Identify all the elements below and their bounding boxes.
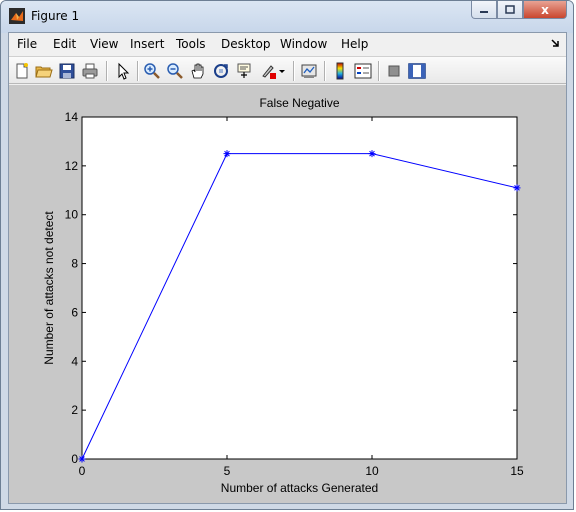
menu-insert[interactable]: Insert xyxy=(130,37,164,51)
menu-window[interactable]: Window xyxy=(280,37,327,51)
rotate-3d-icon[interactable] xyxy=(212,62,230,80)
menu-view[interactable]: View xyxy=(90,37,118,51)
new-figure-icon[interactable] xyxy=(13,62,31,80)
y-tick-label: 0 xyxy=(71,452,78,466)
maximize-icon xyxy=(505,5,515,14)
menu-tools[interactable]: Tools xyxy=(176,37,206,51)
zoom-in-icon[interactable] xyxy=(143,62,161,80)
menu-desktop[interactable]: Desktop xyxy=(221,37,271,51)
open-file-icon[interactable] xyxy=(35,62,53,80)
link-plot-icon[interactable] xyxy=(300,62,318,80)
y-tick-label: 8 xyxy=(71,257,78,271)
matlab-logo-icon xyxy=(9,8,25,24)
x-tick-label: 5 xyxy=(224,464,231,478)
y-tick-label: 12 xyxy=(65,159,79,173)
window-title: Figure 1 xyxy=(31,9,80,23)
title-bar[interactable]: Figure 1 x xyxy=(1,1,573,33)
x-tick-label: 0 xyxy=(79,464,86,478)
figure-toolbar xyxy=(9,56,566,84)
menu-bar: File Edit View Insert Tools Desktop Wind… xyxy=(9,33,566,55)
close-button[interactable]: x xyxy=(523,1,567,19)
minimize-button[interactable] xyxy=(471,1,497,19)
y-tick-label: 10 xyxy=(65,208,79,222)
close-icon: x xyxy=(541,2,549,17)
zoom-out-icon[interactable] xyxy=(166,62,184,80)
dock-arrow-icon[interactable] xyxy=(550,38,560,48)
data-point xyxy=(368,150,376,158)
data-point xyxy=(78,455,86,463)
maximize-button[interactable] xyxy=(497,1,523,19)
menu-edit[interactable]: Edit xyxy=(53,37,76,51)
pan-icon[interactable] xyxy=(189,62,207,80)
x-tick-label: 15 xyxy=(510,464,524,478)
brush-icon[interactable] xyxy=(259,62,277,80)
window-controls: x xyxy=(471,1,567,21)
y-axis-label: Number of attacks not detect xyxy=(42,211,56,365)
y-tick-label: 14 xyxy=(65,110,79,124)
y-tick-label: 2 xyxy=(71,403,78,417)
brush-dropdown-icon[interactable] xyxy=(277,62,287,80)
x-axis-label: Number of attacks Generated xyxy=(221,481,378,495)
axes-box[interactable] xyxy=(81,116,518,460)
hide-plot-tools-icon[interactable] xyxy=(385,62,403,80)
legend-icon[interactable] xyxy=(354,62,372,80)
menu-file[interactable]: File xyxy=(17,37,37,51)
toolbar-separator xyxy=(137,61,139,81)
line-chart[interactable]: 0 5 10 15 0 2 4 6 8 10 12 14 False Negative Number of… xyxy=(9,85,568,503)
edit-plot-icon[interactable] xyxy=(114,62,132,80)
data-point xyxy=(223,150,231,158)
toolbar-separator xyxy=(378,61,380,81)
figure-canvas: 0 5 10 15 0 2 4 6 8 10 12 14 False Negative Number of… xyxy=(9,85,566,503)
toolbar-separator xyxy=(106,61,108,81)
print-icon[interactable] xyxy=(81,62,99,80)
show-plot-tools-icon[interactable] xyxy=(408,62,426,80)
colorbar-icon[interactable] xyxy=(331,62,349,80)
save-icon[interactable] xyxy=(58,62,76,80)
menu-help[interactable]: Help xyxy=(341,37,368,51)
figure-window: Figure 1 x File Edit View Insert Tools D… xyxy=(0,0,574,510)
y-tick-label: 4 xyxy=(71,354,78,368)
data-cursor-icon[interactable] xyxy=(235,62,253,80)
chart-title: False Negative xyxy=(259,96,339,110)
figure-client: File Edit View Insert Tools Desktop Wind… xyxy=(8,32,567,504)
minimize-icon xyxy=(480,10,488,13)
toolbar-separator xyxy=(293,61,295,81)
toolbar-separator xyxy=(324,61,326,81)
y-tick-label: 6 xyxy=(71,305,78,319)
x-tick-label: 10 xyxy=(365,464,379,478)
